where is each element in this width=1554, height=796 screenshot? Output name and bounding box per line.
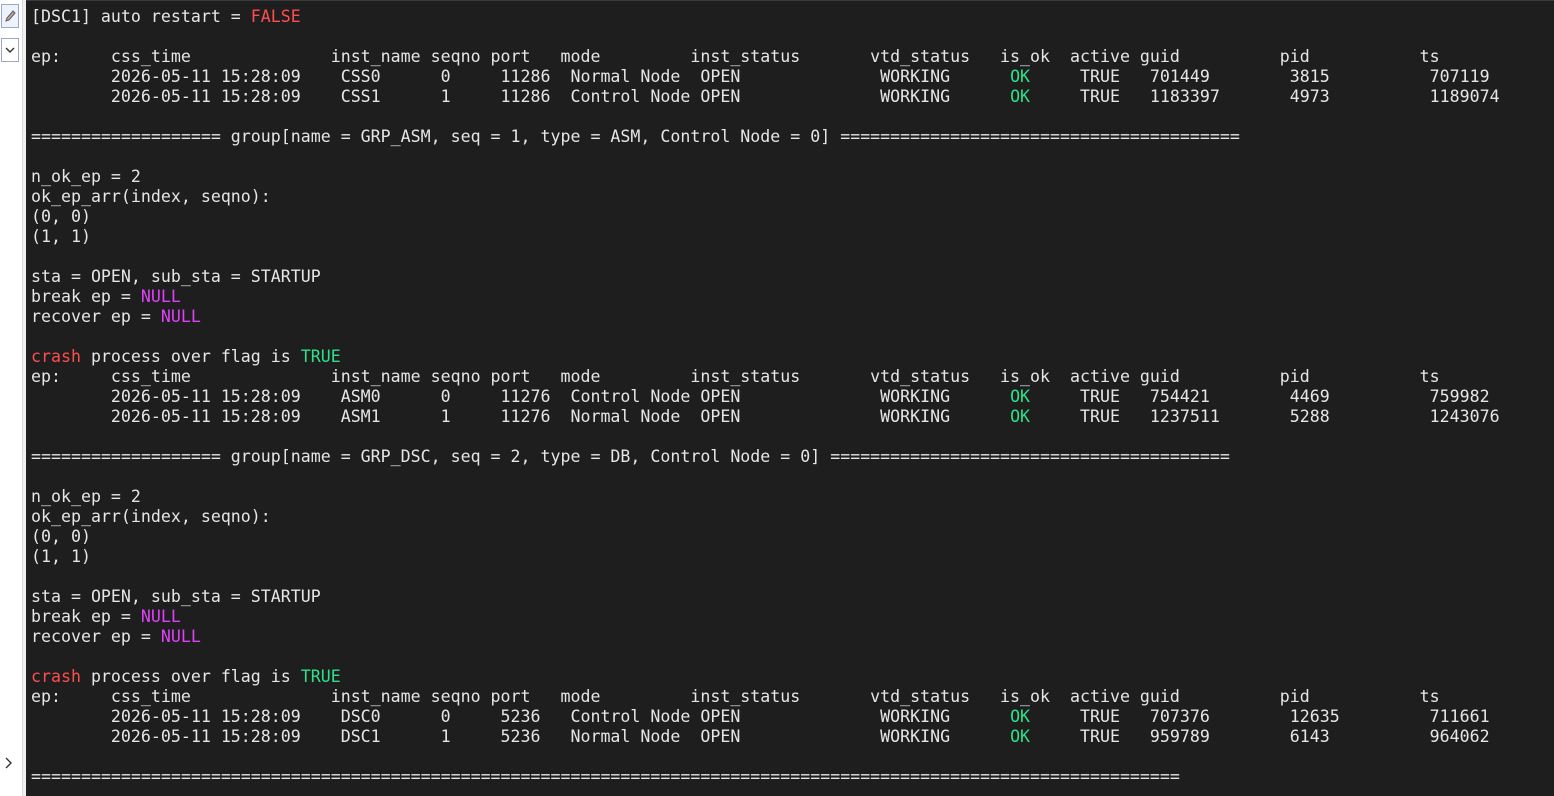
group-separator-dsc: =================== group[name = GRP_DSC…	[31, 447, 1230, 466]
is-ok-value: OK	[1010, 387, 1031, 406]
crash-flag-value: TRUE	[300, 667, 341, 686]
css-ep-header: ep: css_time inst_name seqno port mode i…	[31, 47, 1440, 66]
group-separator-asm: =================== group[name = GRP_ASM…	[31, 127, 1240, 146]
break-ep-line: break ep = NULL	[31, 287, 181, 306]
left-gutter	[0, 0, 23, 796]
null-value: NULL	[140, 287, 181, 306]
auto-restart-line: [DSC1] auto restart = FALSE	[31, 7, 301, 26]
is-ok-value: OK	[1010, 407, 1031, 426]
crash-word: crash	[31, 347, 81, 366]
asm-ep-header: ep: css_time inst_name seqno port mode i…	[31, 367, 1440, 386]
is-ok-value: OK	[1010, 87, 1031, 106]
auto-restart-value: FALSE	[250, 7, 301, 26]
crash-flag-value: TRUE	[300, 347, 341, 366]
terminal-output[interactable]: [DSC1] auto restart = FALSE ep: css_time…	[26, 0, 1554, 796]
crash-flag-line: crash process over flag is TRUE	[31, 347, 341, 366]
dsc-ep-header: ep: css_time inst_name seqno port mode i…	[31, 687, 1440, 706]
null-value: NULL	[140, 607, 181, 626]
table-row: 2026-05-11 15:28:09 ASM0 0 11276 Control…	[31, 387, 1490, 406]
n-ok-ep-line: n_ok_ep = 2	[31, 487, 141, 506]
ok-ep-arr-label: ok_ep_arr(index, seqno):	[31, 507, 271, 526]
table-row: 2026-05-11 15:28:09 CSS0 0 11286 Normal …	[31, 67, 1490, 86]
ok-ep-arr-label: ok_ep_arr(index, seqno):	[31, 187, 271, 206]
console-text: [DSC1] auto restart = FALSE ep: css_time…	[26, 1, 1554, 787]
edit-button[interactable]	[1, 4, 19, 28]
n-ok-ep-line: n_ok_ep = 2	[31, 167, 141, 186]
recover-ep-line: recover ep = NULL	[31, 307, 201, 326]
table-row: 2026-05-11 15:28:09 ASM1 1 11276 Normal …	[31, 407, 1500, 426]
footer-separator: ========================================…	[31, 767, 1180, 786]
crash-flag-line: crash process over flag is TRUE	[31, 667, 341, 686]
ok-ep-arr-row: (0, 0)	[31, 207, 91, 226]
table-row: 2026-05-11 15:28:09 DSC1 1 5236 Normal N…	[31, 727, 1490, 746]
ok-ep-arr-row: (1, 1)	[31, 227, 91, 246]
table-row: 2026-05-11 15:28:09 DSC0 0 5236 Control …	[31, 707, 1490, 726]
crash-word: crash	[31, 667, 81, 686]
break-ep-line: break ep = NULL	[31, 607, 181, 626]
dropdown-button[interactable]	[1, 38, 19, 62]
pencil-icon	[5, 10, 16, 22]
sta-line: sta = OPEN, sub_sta = STARTUP	[31, 267, 321, 286]
is-ok-value: OK	[1010, 727, 1031, 746]
null-value: NULL	[160, 307, 201, 326]
null-value: NULL	[160, 627, 201, 646]
sta-line: sta = OPEN, sub_sta = STARTUP	[31, 587, 321, 606]
table-row: 2026-05-11 15:28:09 CSS1 1 11286 Control…	[31, 87, 1500, 106]
ok-ep-arr-row: (1, 1)	[31, 547, 91, 566]
expand-button[interactable]	[0, 752, 20, 774]
chevron-down-icon	[5, 47, 15, 53]
ok-ep-arr-row: (0, 0)	[31, 527, 91, 546]
is-ok-value: OK	[1010, 707, 1031, 726]
is-ok-value: OK	[1010, 67, 1031, 86]
chevron-right-icon	[5, 757, 12, 769]
recover-ep-line: recover ep = NULL	[31, 627, 201, 646]
